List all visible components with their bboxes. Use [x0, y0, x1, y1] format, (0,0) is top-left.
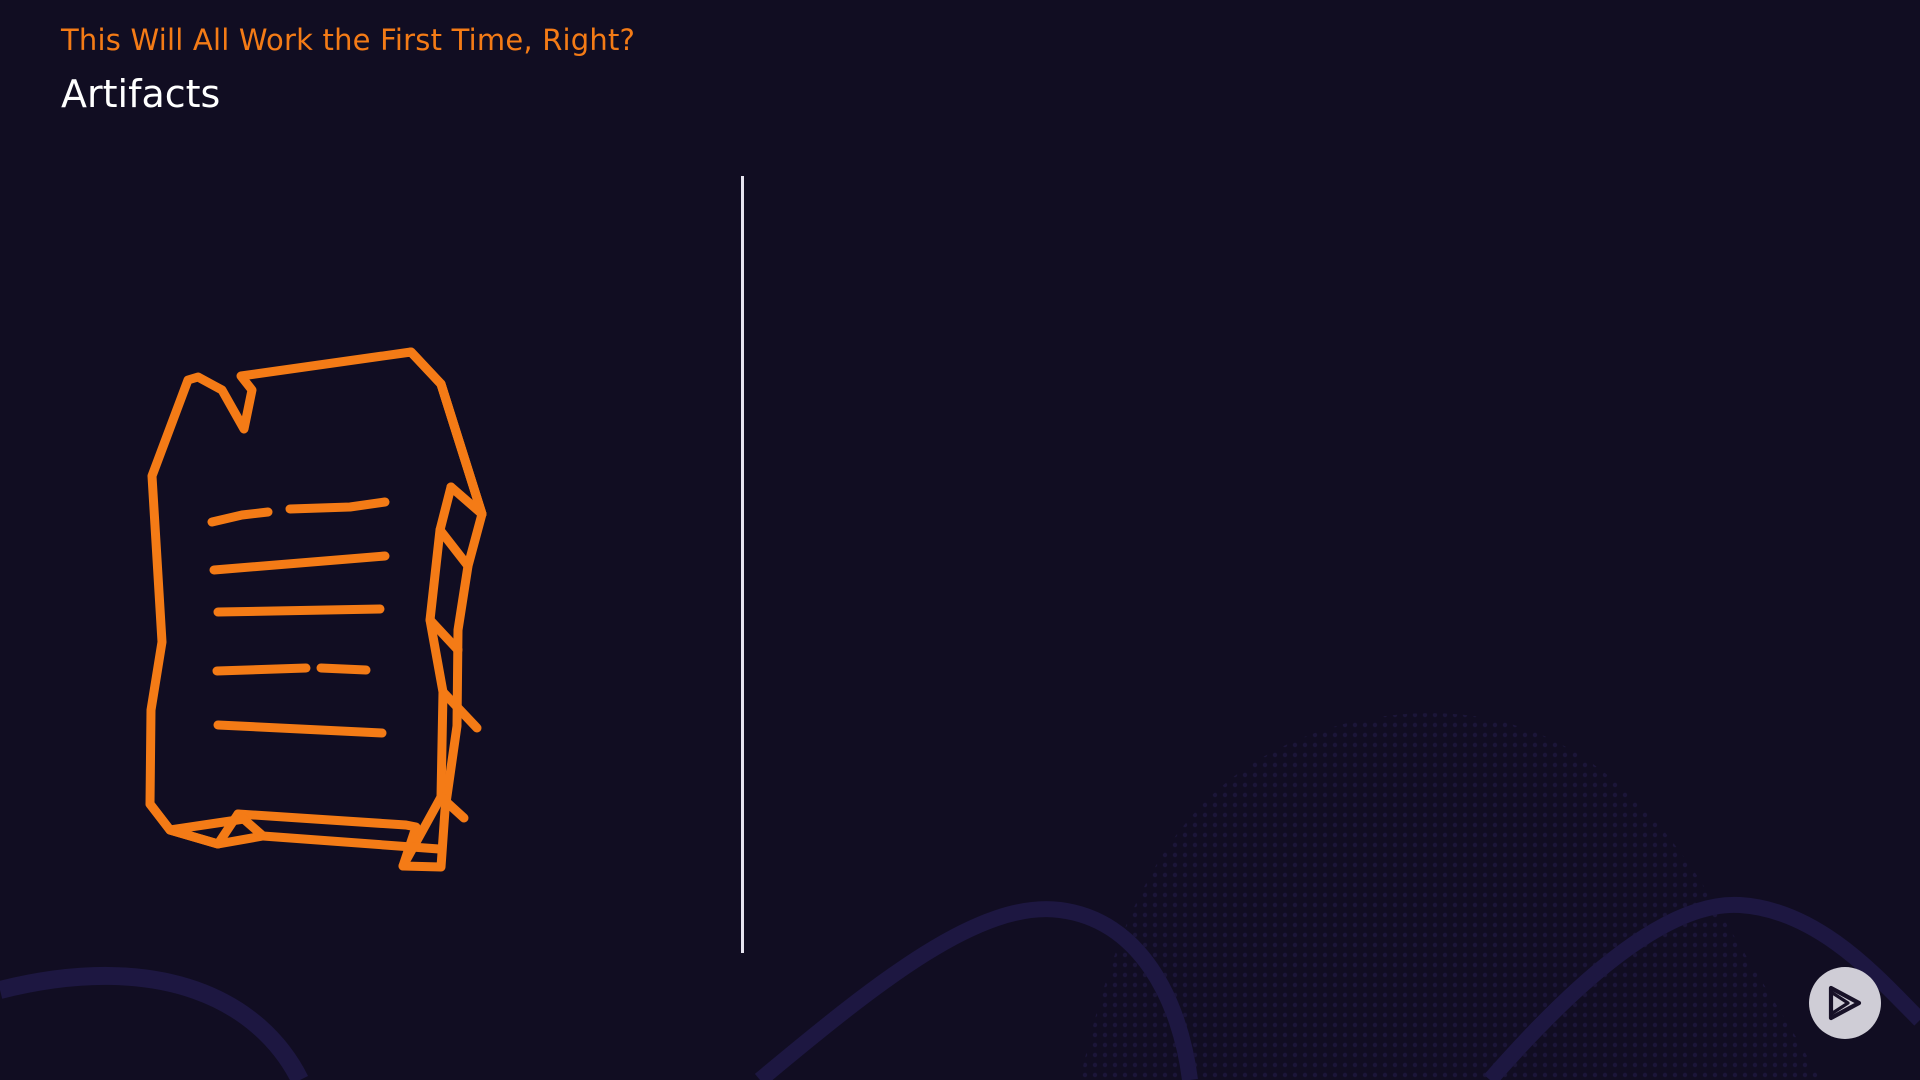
slide-title: Artifacts: [61, 72, 221, 116]
document-scroll-icon: [145, 347, 487, 872]
player-logo-button[interactable]: [1809, 967, 1881, 1039]
play-logo-icon: [1828, 985, 1862, 1021]
vertical-divider: [741, 176, 744, 953]
slide-header: This Will All Work the First Time, Right…: [61, 22, 635, 118]
slide-subtitle: This Will All Work the First Time, Right…: [61, 23, 636, 57]
